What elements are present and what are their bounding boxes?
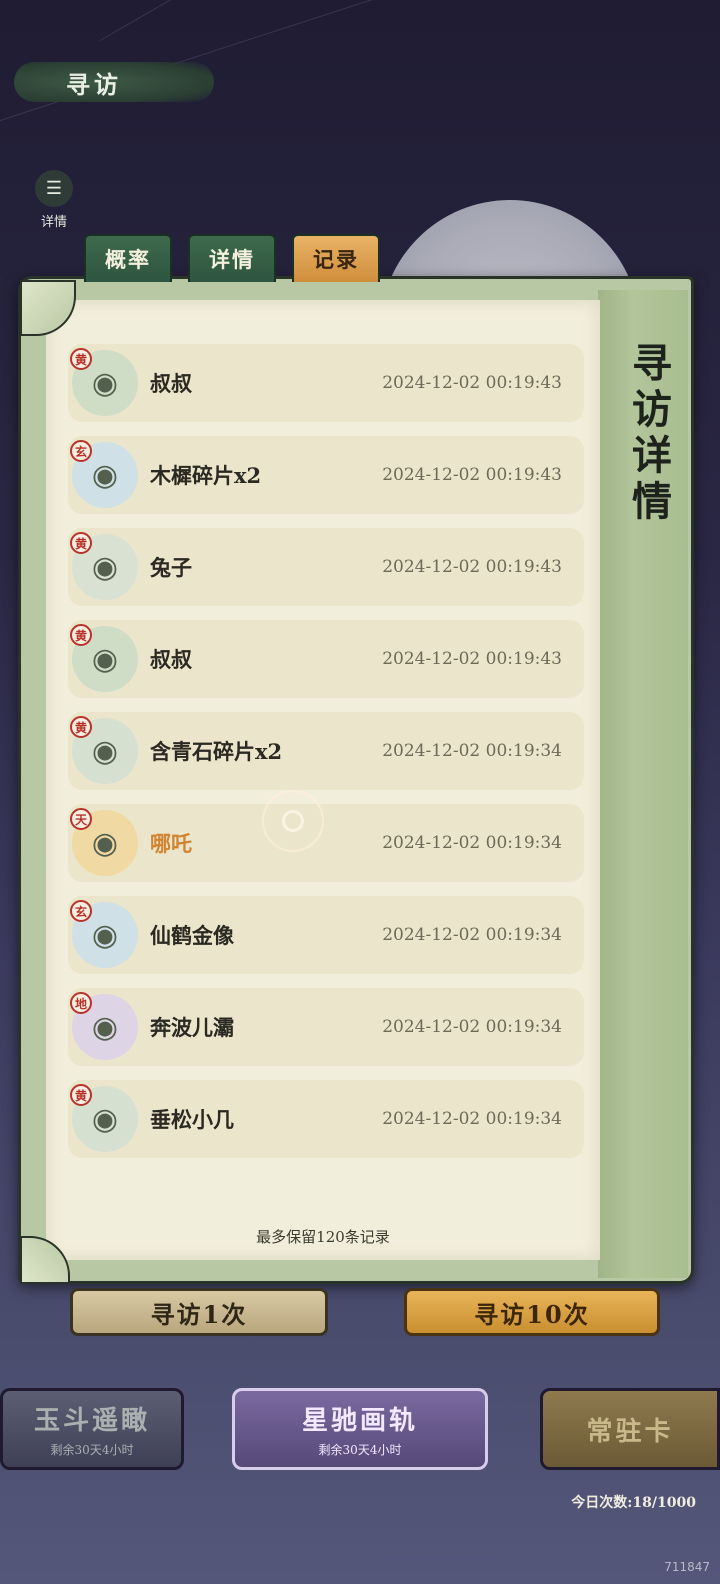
record-row: ◉ 地奔波儿灞 2024-12-02 00:19:34 bbox=[68, 988, 584, 1066]
grade-badge: 黄 bbox=[70, 1084, 92, 1106]
record-avatar: ◉ 黄 bbox=[70, 348, 138, 416]
record-row: ◉ 黄叔叔 2024-12-02 00:19:43 bbox=[68, 344, 584, 422]
record-time: 2024-12-02 00:19:43 bbox=[382, 649, 562, 669]
record-row: ◉ 黄垂松小几 2024-12-02 00:19:34 bbox=[68, 1080, 584, 1158]
record-row: ◉ 天哪吒 2024-12-02 00:19:34 bbox=[68, 804, 584, 882]
detail-button[interactable]: ☰ 详情 bbox=[26, 170, 82, 230]
record-time: 2024-12-02 00:19:34 bbox=[382, 925, 562, 945]
record-name: 叔叔 bbox=[150, 647, 192, 672]
page-title: 寻访 bbox=[14, 62, 214, 102]
record-name: 叔叔 bbox=[150, 371, 192, 396]
record-time: 2024-12-02 00:19:43 bbox=[382, 373, 562, 393]
record-avatar: ◉ 玄 bbox=[70, 440, 138, 508]
record-row: ◉ 玄仙鹤金像 2024-12-02 00:19:34 bbox=[68, 896, 584, 974]
banner-title: 常驻卡 bbox=[586, 1416, 674, 1447]
record-avatar: ◉ 黄 bbox=[70, 1084, 138, 1152]
record-time: 2024-12-02 00:19:34 bbox=[382, 1017, 562, 1037]
record-limit-note: 最多保留120条记录 bbox=[256, 1228, 390, 1246]
record-row: ◉ 黄叔叔 2024-12-02 00:19:43 bbox=[68, 620, 584, 698]
record-time: 2024-12-02 00:19:43 bbox=[382, 557, 562, 577]
record-time: 2024-12-02 00:19:43 bbox=[382, 465, 562, 485]
banner-standard[interactable]: 常驻卡 bbox=[540, 1388, 720, 1470]
grade-badge: 天 bbox=[70, 808, 92, 830]
grade-badge: 地 bbox=[70, 992, 92, 1014]
record-avatar: ◉ 黄 bbox=[70, 716, 138, 784]
detail-button-label: 详情 bbox=[40, 215, 67, 230]
record-time: 2024-12-02 00:19:34 bbox=[382, 1109, 562, 1129]
panel-side-title: 寻访详情 bbox=[625, 342, 672, 526]
record-time: 2024-12-02 00:19:34 bbox=[382, 741, 562, 761]
background-line bbox=[0, 0, 685, 121]
record-row: ◉ 黄兔子 2024-12-02 00:19:43 bbox=[68, 528, 584, 606]
record-name: 奔波儿灞 bbox=[150, 1015, 234, 1040]
grade-badge: 玄 bbox=[70, 440, 92, 462]
record-time: 2024-12-02 00:19:34 bbox=[382, 833, 562, 853]
record-row: ◉ 黄含青石碎片x2 2024-12-02 00:19:34 bbox=[68, 712, 584, 790]
banner-title: 玉斗遥瞰 bbox=[33, 1406, 150, 1436]
record-name: 垂松小几 bbox=[150, 1107, 234, 1132]
banner-xingchi[interactable]: 星驰画轨 剩余30天4小时 bbox=[232, 1388, 488, 1470]
record-name: 含青石碎片x2 bbox=[150, 739, 283, 764]
background-line bbox=[99, 0, 620, 41]
banner-remaining: 剩余30天4小时 bbox=[318, 1443, 402, 1457]
tab-bar: 概率 详情 记录 bbox=[84, 234, 380, 282]
daily-count: 今日次数:18/1000 bbox=[571, 1495, 696, 1511]
record-avatar: ◉ 地 bbox=[70, 992, 138, 1060]
draw-ten-button[interactable]: 寻访10次 bbox=[404, 1288, 660, 1336]
record-row: ◉ 玄木樨碎片x2 2024-12-02 00:19:43 bbox=[68, 436, 584, 514]
grade-badge: 黄 bbox=[70, 624, 92, 646]
record-name: 兔子 bbox=[150, 555, 192, 580]
tab-records[interactable]: 记录 bbox=[292, 234, 380, 282]
record-avatar: ◉ 天 bbox=[70, 808, 138, 876]
record-name: 仙鹤金像 bbox=[150, 923, 234, 948]
tab-probability[interactable]: 概率 bbox=[84, 234, 172, 282]
record-avatar: ◉ 黄 bbox=[70, 624, 138, 692]
draw-once-button[interactable]: 寻访1次 bbox=[70, 1288, 328, 1336]
grade-badge: 黄 bbox=[70, 348, 92, 370]
record-list[interactable]: ◉ 黄叔叔 2024-12-02 00:19:43 ◉ 玄木樨碎片x2 2024-12-0… bbox=[68, 344, 584, 1172]
banner-title: 星驰画轨 bbox=[301, 1406, 418, 1436]
build-id: 711847 bbox=[664, 1560, 710, 1574]
record-name: 木樨碎片x2 bbox=[150, 463, 262, 488]
tab-details[interactable]: 详情 bbox=[188, 234, 276, 282]
record-avatar: ◉ 玄 bbox=[70, 900, 138, 968]
list-icon: ☰ bbox=[35, 170, 73, 207]
grade-badge: 玄 bbox=[70, 900, 92, 922]
banner-yudou[interactable]: 玉斗遥瞰 剩余30天4小时 bbox=[0, 1388, 184, 1470]
touch-indicator bbox=[262, 790, 324, 852]
grade-badge: 黄 bbox=[70, 716, 92, 738]
banner-remaining: 剩余30天4小时 bbox=[50, 1443, 134, 1457]
record-avatar: ◉ 黄 bbox=[70, 532, 138, 600]
grade-badge: 黄 bbox=[70, 532, 92, 554]
